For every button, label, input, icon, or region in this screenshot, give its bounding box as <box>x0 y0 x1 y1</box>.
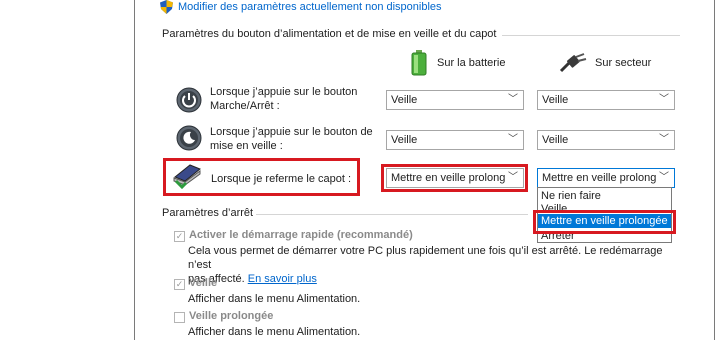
change-unavailable-settings-link[interactable]: Modifier des paramètres actuellement non… <box>160 0 442 14</box>
shutdown-section-title: Paramètres d’arrêt <box>162 207 254 219</box>
power-button-icon <box>176 87 202 113</box>
chevron-down-icon: ﹀ <box>659 94 669 105</box>
section-divider <box>502 35 680 36</box>
sleep-button-battery-select[interactable]: Veille ﹀ <box>386 130 524 150</box>
sleep-label: Veille <box>189 277 218 289</box>
chevron-down-icon: ﹀ <box>659 172 669 183</box>
lid-ac-select[interactable]: Mettre en veille prolong ﹀ <box>537 168 675 188</box>
sleep-description: Afficher dans le menu Alimentation. <box>188 293 361 305</box>
fast-startup-description: Cela vous permet de démarrer votre PC pl… <box>188 245 663 285</box>
sleep-button-ac-select[interactable]: Veille ﹀ <box>537 130 675 150</box>
chevron-down-icon: ﹀ <box>508 134 518 145</box>
power-button-label: Lorsque j’appuie sur le bouton Marche/Arr… <box>210 86 358 112</box>
hibernate-description: Afficher dans le menu Alimentation. <box>188 326 361 338</box>
ac-column-label: Sur secteur <box>595 57 652 69</box>
power-buttons-section-title: Paramètres du bouton d’alimentation et d… <box>162 28 497 40</box>
power-button-battery-select[interactable]: Veille ﹀ <box>386 90 524 110</box>
chevron-down-icon: ﹀ <box>508 94 518 105</box>
fast-startup-label: Activer le démarrage rapide (recommandé) <box>189 229 413 241</box>
laptop-lid-icon <box>173 164 201 189</box>
sleep-checkbox[interactable]: ✓ <box>174 279 185 290</box>
hibernate-option-highlight <box>533 210 676 234</box>
window-border-right <box>714 0 715 340</box>
sleep-button-label: Lorsque j’appuie sur le bouton de mise en… <box>210 126 373 152</box>
fast-startup-checkbox[interactable]: ✓ <box>174 231 185 242</box>
change-unavailable-settings-label: Modifier des paramètres actuellement non… <box>178 1 442 13</box>
hibernate-checkbox[interactable] <box>174 312 185 323</box>
power-button-ac-select[interactable]: Veille ﹀ <box>537 90 675 110</box>
battery-icon <box>411 50 427 76</box>
hibernate-label: Veille prolongée <box>189 310 274 322</box>
chevron-down-icon: ﹀ <box>508 172 518 183</box>
sleep-button-icon <box>176 125 202 151</box>
battery-column-header: Sur la batterie <box>409 50 505 76</box>
shield-icon <box>160 0 173 14</box>
ac-column-header: Sur secteur <box>559 53 651 73</box>
option-do-nothing[interactable]: Ne rien faire <box>538 189 671 203</box>
window-border-left <box>134 0 135 340</box>
lid-close-label: Lorsque je referme le capot : <box>211 173 352 185</box>
power-plug-icon <box>559 53 587 73</box>
battery-column-label: Sur la batterie <box>437 57 506 69</box>
chevron-down-icon: ﹀ <box>659 134 669 145</box>
learn-more-link[interactable]: En savoir plus <box>248 273 317 285</box>
section-divider <box>256 214 528 215</box>
lid-battery-select[interactable]: Mettre en veille prolong ﹀ <box>386 168 524 188</box>
